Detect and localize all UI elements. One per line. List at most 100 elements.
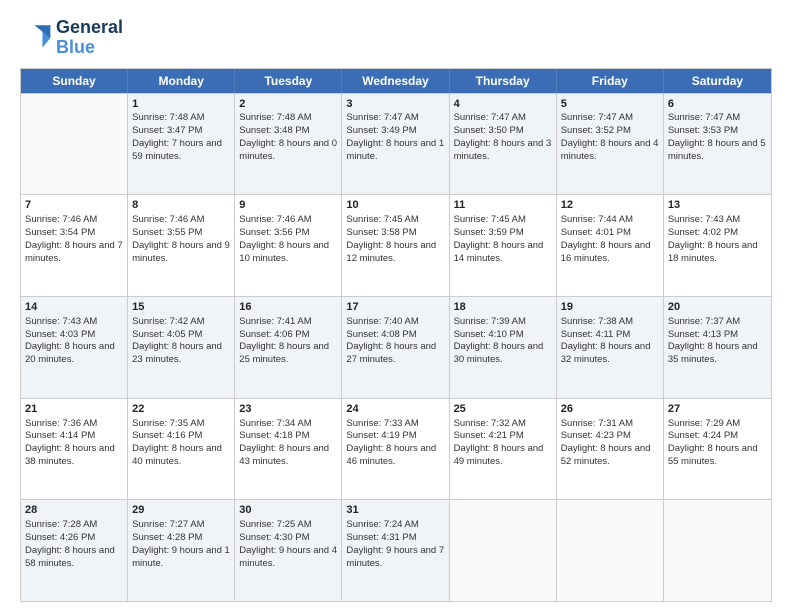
day-cell-27: 27Sunrise: 7:29 AMSunset: 4:24 PMDayligh… <box>664 399 771 500</box>
sunset-text: Sunset: 3:50 PM <box>454 125 524 136</box>
day-number: 9 <box>239 198 337 213</box>
day-cell-5: 5Sunrise: 7:47 AMSunset: 3:52 PMDaylight… <box>557 94 664 195</box>
day-number: 19 <box>561 300 659 315</box>
sunrise-text: Sunrise: 7:43 AM <box>668 214 740 225</box>
sunset-text: Sunset: 4:19 PM <box>346 430 416 441</box>
sunset-text: Sunset: 4:11 PM <box>561 329 631 340</box>
daylight-text: Daylight: 8 hours and 12 minutes. <box>346 240 436 264</box>
day-number: 30 <box>239 503 337 518</box>
sunset-text: Sunset: 4:26 PM <box>25 532 95 543</box>
day-cell-8: 8Sunrise: 7:46 AMSunset: 3:55 PMDaylight… <box>128 195 235 296</box>
day-cell-28: 28Sunrise: 7:28 AMSunset: 4:26 PMDayligh… <box>21 500 128 601</box>
day-number: 29 <box>132 503 230 518</box>
sunrise-text: Sunrise: 7:38 AM <box>561 316 633 327</box>
sunset-text: Sunset: 3:53 PM <box>668 125 738 136</box>
sunrise-text: Sunrise: 7:48 AM <box>132 112 204 123</box>
calendar-body: 1Sunrise: 7:48 AMSunset: 3:47 PMDaylight… <box>21 93 771 601</box>
daylight-text: Daylight: 8 hours and 27 minutes. <box>346 341 436 365</box>
header-day-wednesday: Wednesday <box>342 69 449 93</box>
day-number: 28 <box>25 503 123 518</box>
calendar-row-3: 21Sunrise: 7:36 AMSunset: 4:14 PMDayligh… <box>21 398 771 500</box>
day-number: 13 <box>668 198 767 213</box>
sunset-text: Sunset: 3:49 PM <box>346 125 416 136</box>
daylight-text: Daylight: 8 hours and 0 minutes. <box>239 138 337 162</box>
daylight-text: Daylight: 8 hours and 4 minutes. <box>561 138 659 162</box>
daylight-text: Daylight: 8 hours and 20 minutes. <box>25 341 115 365</box>
day-cell-1: 1Sunrise: 7:48 AMSunset: 3:47 PMDaylight… <box>128 94 235 195</box>
day-number: 20 <box>668 300 767 315</box>
sunset-text: Sunset: 4:31 PM <box>346 532 416 543</box>
sunset-text: Sunset: 4:28 PM <box>132 532 202 543</box>
sunset-text: Sunset: 4:13 PM <box>668 329 738 340</box>
daylight-text: Daylight: 9 hours and 7 minutes. <box>346 545 444 569</box>
calendar-header: SundayMondayTuesdayWednesdayThursdayFrid… <box>21 69 771 93</box>
sunset-text: Sunset: 4:06 PM <box>239 329 309 340</box>
daylight-text: Daylight: 8 hours and 43 minutes. <box>239 443 329 467</box>
day-cell-22: 22Sunrise: 7:35 AMSunset: 4:16 PMDayligh… <box>128 399 235 500</box>
daylight-text: Daylight: 8 hours and 32 minutes. <box>561 341 651 365</box>
day-number: 4 <box>454 97 552 112</box>
daylight-text: Daylight: 8 hours and 46 minutes. <box>346 443 436 467</box>
daylight-text: Daylight: 8 hours and 40 minutes. <box>132 443 222 467</box>
day-cell-31: 31Sunrise: 7:24 AM Sunset: 4:31 PM Dayligh… <box>342 500 449 601</box>
day-cell-12: 12Sunrise: 7:44 AMSunset: 4:01 PMDayligh… <box>557 195 664 296</box>
day-cell-21: 21Sunrise: 7:36 AMSunset: 4:14 PMDayligh… <box>21 399 128 500</box>
daylight-text: Daylight: 8 hours and 38 minutes. <box>25 443 115 467</box>
daylight-text: Daylight: 8 hours and 7 minutes. <box>25 240 123 264</box>
calendar-row-0: 1Sunrise: 7:48 AMSunset: 3:47 PMDaylight… <box>21 93 771 195</box>
day-number: 26 <box>561 402 659 417</box>
empty-cell <box>664 500 771 601</box>
sunset-text: Sunset: 4:23 PM <box>561 430 631 441</box>
day-cell-19: 19Sunrise: 7:38 AM Sunset: 4:11 PMDayligh… <box>557 297 664 398</box>
sunset-text: Sunset: 3:56 PM <box>239 227 309 238</box>
day-number: 12 <box>561 198 659 213</box>
day-cell-24: 24Sunrise: 7:33 AMSunset: 4:19 PMDayligh… <box>342 399 449 500</box>
day-number: 22 <box>132 402 230 417</box>
day-cell-9: 9Sunrise: 7:46 AMSunset: 3:56 PMDaylight… <box>235 195 342 296</box>
day-cell-14: 14Sunrise: 7:43 AMSunset: 4:03 PMDayligh… <box>21 297 128 398</box>
daylight-text: Daylight: 8 hours and 25 minutes. <box>239 341 329 365</box>
daylight-text: Daylight: 8 hours and 9 minutes. <box>132 240 230 264</box>
sunset-text: Sunset: 3:58 PM <box>346 227 416 238</box>
sunset-text: Sunset: 4:10 PM <box>454 329 524 340</box>
daylight-text: Daylight: 8 hours and 5 minutes. <box>668 138 766 162</box>
header-day-friday: Friday <box>557 69 664 93</box>
sunset-text: Sunset: 4:16 PM <box>132 430 202 441</box>
sunset-text: Sunset: 3:48 PM <box>239 125 309 136</box>
sunrise-text: Sunrise: 7:47 AM <box>668 112 740 123</box>
header-day-sunday: Sunday <box>21 69 128 93</box>
day-cell-26: 26Sunrise: 7:31 AMSunset: 4:23 PMDayligh… <box>557 399 664 500</box>
sunrise-text: Sunrise: 7:41 AM <box>239 316 311 327</box>
daylight-text: Daylight: 9 hours and 4 minutes. <box>239 545 337 569</box>
day-cell-17: 17Sunrise: 7:40 AMSunset: 4:08 PMDayligh… <box>342 297 449 398</box>
day-cell-2: 2Sunrise: 7:48 AMSunset: 3:48 PMDaylight… <box>235 94 342 195</box>
sunset-text: Sunset: 4:08 PM <box>346 329 416 340</box>
daylight-text: Daylight: 7 hours and 59 minutes. <box>132 138 222 162</box>
sunset-text: Sunset: 4:01 PM <box>561 227 631 238</box>
day-number: 8 <box>132 198 230 213</box>
day-cell-18: 18Sunrise: 7:39 AMSunset: 4:10 PMDayligh… <box>450 297 557 398</box>
sunrise-text: Sunrise: 7:42 AM <box>132 316 204 327</box>
day-number: 23 <box>239 402 337 417</box>
day-number: 31 <box>346 503 444 518</box>
day-cell-25: 25Sunrise: 7:32 AMSunset: 4:21 PMDayligh… <box>450 399 557 500</box>
day-cell-16: 16Sunrise: 7:41 AMSunset: 4:06 PMDayligh… <box>235 297 342 398</box>
daylight-text: Daylight: 8 hours and 1 minute. <box>346 138 444 162</box>
daylight-text: Daylight: 8 hours and 52 minutes. <box>561 443 651 467</box>
daylight-text: Daylight: 8 hours and 55 minutes. <box>668 443 758 467</box>
sunrise-text: Sunrise: 7:47 AM <box>346 112 418 123</box>
sunrise-text: Sunrise: 7:46 AM <box>25 214 97 225</box>
sunrise-text: Sunrise: 7:47 AM <box>454 112 526 123</box>
logo-icon <box>20 22 52 54</box>
header-day-monday: Monday <box>128 69 235 93</box>
sunrise-text: Sunrise: 7:44 AM <box>561 214 633 225</box>
day-number: 18 <box>454 300 552 315</box>
day-number: 6 <box>668 97 767 112</box>
header-day-thursday: Thursday <box>450 69 557 93</box>
sunrise-text: Sunrise: 7:24 AM <box>346 519 418 530</box>
day-number: 24 <box>346 402 444 417</box>
sunset-text: Sunset: 4:03 PM <box>25 329 95 340</box>
sunrise-text: Sunrise: 7:28 AM <box>25 519 97 530</box>
header: General Blue <box>20 18 772 58</box>
sunrise-text: Sunrise: 7:37 AM <box>668 316 740 327</box>
